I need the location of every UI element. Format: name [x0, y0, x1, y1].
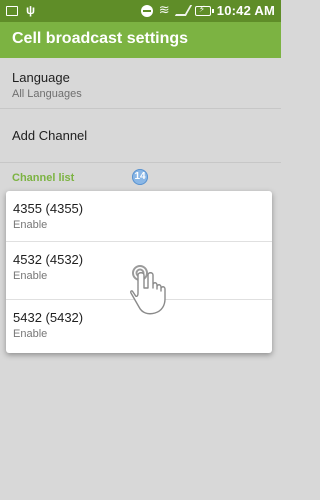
status-left-icons: ψ: [6, 4, 39, 17]
language-setting[interactable]: Language All Languages: [0, 58, 281, 106]
channel-status: Enable: [13, 219, 48, 231]
page-title: Cell broadcast settings: [12, 30, 189, 47]
language-title: Language: [12, 70, 70, 85]
add-channel-setting[interactable]: Add Channel: [0, 109, 281, 162]
status-time: 10:42 AM: [216, 3, 275, 18]
channel-title: 5432 (5432): [13, 310, 84, 325]
channel-row-4355[interactable]: 4355 (4355) Enable: [6, 191, 272, 248]
channel-status: Enable: [13, 328, 48, 340]
channel-list-header: Channel list: [12, 172, 75, 184]
status-right-icons: ≋ 10:42 AM: [140, 2, 275, 18]
status-bar: ψ ≋ 10:42 AM: [0, 0, 281, 22]
signal-off-icon: [174, 5, 192, 16]
channel-title: 4532 (4532): [13, 252, 84, 267]
usb-icon: ψ: [26, 3, 36, 17]
channel-title: 4355 (4355): [13, 201, 84, 216]
add-channel-title: Add Channel: [12, 128, 88, 143]
image-icon: [6, 5, 18, 16]
app-bar: Cell broadcast settings: [0, 22, 281, 58]
settings-list: Language All Languages Add Channel Chann…: [0, 58, 281, 500]
language-summary: All Languages: [12, 88, 82, 100]
divider: [0, 162, 281, 163]
wifi-icon: ≋: [158, 2, 170, 17]
tap-gesture-icon: [130, 265, 166, 315]
battery-charging-icon: [194, 4, 214, 16]
step-badge: 14: [132, 169, 148, 185]
channel-status: Enable: [13, 270, 48, 282]
dnd-icon: [140, 4, 153, 17]
